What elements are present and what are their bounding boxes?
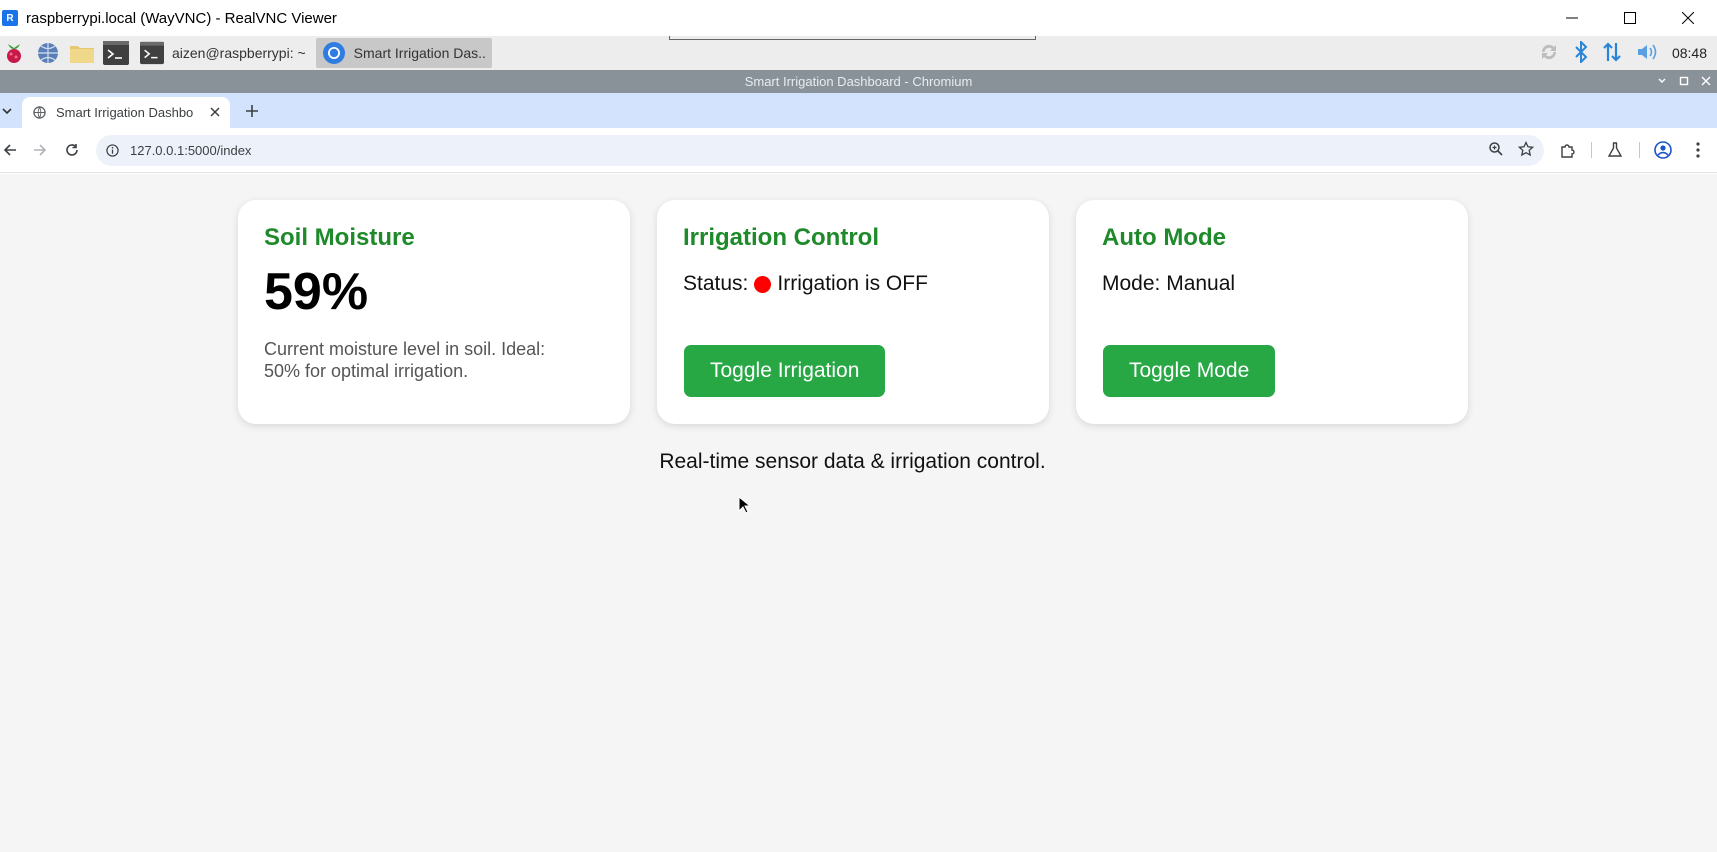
browser-toolbar: 127.0.0.1:5000/index: [0, 128, 1717, 173]
tab-search-dropdown[interactable]: [0, 101, 14, 121]
soil-moisture-card: Soil Moisture 59% Current moisture level…: [238, 200, 630, 424]
card-title: Soil Moisture: [264, 224, 415, 251]
taskbar-task-chromium[interactable]: Smart Irrigation Das..: [315, 38, 492, 68]
status-label: Status:: [683, 272, 749, 295]
arrow-right-icon: [34, 144, 47, 156]
profile-icon: [1654, 141, 1672, 159]
terminal-launcher-icon[interactable]: [102, 39, 130, 67]
tab-strip: Smart Irrigation Dashbo: [0, 93, 1717, 128]
address-url: 127.0.0.1:5000/index: [130, 143, 252, 158]
status-indicator-dot: [754, 275, 772, 293]
network-icon[interactable]: [1602, 41, 1622, 66]
mode-text: Mode: Manual: [1102, 272, 1236, 295]
toolbar-separator: [1591, 142, 1592, 158]
card-title: Irrigation Control: [683, 224, 879, 251]
updates-icon[interactable]: [1538, 41, 1560, 66]
window-controls: [1543, 0, 1717, 36]
toggle-mode-button[interactable]: Toggle Mode: [1103, 345, 1276, 397]
realvnc-logo-icon: R: [2, 10, 18, 26]
chromium-close-icon[interactable]: [1701, 75, 1711, 89]
volume-icon[interactable]: [1636, 42, 1658, 65]
chromium-icon: [322, 41, 346, 65]
minimize-icon: [1566, 17, 1578, 19]
globe-icon: [32, 106, 46, 120]
zoom-icon[interactable]: [1488, 141, 1504, 161]
mouse-cursor-icon: [738, 496, 750, 514]
chevron-down-icon: [2, 108, 12, 115]
profile-button[interactable]: [1653, 140, 1673, 160]
address-bar[interactable]: 127.0.0.1:5000/index: [96, 135, 1544, 166]
reload-button[interactable]: [62, 140, 82, 160]
status-text: Irrigation is OFF: [777, 272, 928, 295]
terminal-icon: [140, 41, 164, 65]
dashboard-cards: Soil Moisture 59% Current moisture level…: [238, 200, 1468, 424]
raspberry-menu-icon[interactable]: [0, 39, 28, 67]
site-info-icon[interactable]: [104, 143, 120, 159]
kebab-menu-icon: [1696, 142, 1700, 158]
menu-button[interactable]: [1688, 140, 1708, 160]
moisture-value: 59%: [264, 263, 369, 321]
close-window-button[interactable]: [1659, 0, 1717, 36]
auto-mode-card: Auto Mode Mode: Manual Toggle Mode: [1076, 200, 1468, 424]
vnc-window-title: raspberrypi.local (WayVNC) - RealVNC Vie…: [26, 9, 337, 27]
card-title: Auto Mode: [1102, 224, 1226, 251]
puzzle-icon: [1561, 144, 1575, 158]
taskbar-divider: [669, 36, 1036, 40]
reload-icon: [66, 144, 78, 156]
tab-close-button[interactable]: [208, 105, 222, 119]
chromium-window-titlebar: Smart Irrigation Dashboard - Chromium: [0, 70, 1717, 93]
omnibox-actions: [1488, 140, 1535, 161]
vnc-titlebar: R raspberrypi.local (WayVNC) - RealVNC V…: [0, 0, 1717, 36]
maximize-button[interactable]: [1601, 0, 1659, 36]
close-icon: [210, 107, 220, 117]
moisture-description: Current moisture level in soil. Ideal: 5…: [264, 339, 546, 381]
bluetooth-icon[interactable]: [1574, 39, 1588, 66]
close-icon: [1682, 12, 1694, 24]
chromium-window-title: Smart Irrigation Dashboard - Chromium: [744, 74, 973, 89]
dashboard-footer: Real-time sensor data & irrigation contr…: [659, 450, 1046, 473]
clock[interactable]: 08:48: [1672, 45, 1707, 61]
web-browser-launcher-icon[interactable]: [34, 39, 62, 67]
bookmark-star-icon[interactable]: [1517, 140, 1535, 161]
tab-title: Smart Irrigation Dashbo: [56, 105, 194, 120]
forward-button[interactable]: [30, 140, 50, 160]
page-content: Soil Moisture 59% Current moisture level…: [0, 174, 1717, 852]
minimize-button[interactable]: [1543, 0, 1601, 36]
irrigation-control-card: Irrigation Control Status: Irrigation is…: [657, 200, 1049, 424]
taskbar-task-terminal[interactable]: aizen@raspberrypi: ~: [134, 38, 312, 68]
chromium-minimize-icon[interactable]: [1657, 75, 1667, 89]
arrow-left-icon: [3, 144, 16, 156]
flask-icon: [1607, 142, 1623, 157]
chrome-labs-button[interactable]: [1605, 140, 1625, 160]
toggle-irrigation-button[interactable]: Toggle Irrigation: [684, 345, 886, 397]
extensions-button[interactable]: [1558, 140, 1578, 160]
taskbar-task-label: Smart Irrigation Das..: [353, 45, 486, 61]
plus-icon: [246, 105, 258, 117]
new-tab-button[interactable]: [242, 101, 262, 121]
maximize-icon: [1624, 12, 1636, 24]
chromium-maximize-icon[interactable]: [1679, 75, 1689, 89]
tab-smart-irrigation[interactable]: Smart Irrigation Dashbo: [22, 97, 230, 128]
toolbar-separator: [1639, 142, 1640, 158]
back-button[interactable]: [0, 140, 20, 160]
file-manager-icon[interactable]: [68, 39, 96, 67]
chromium-window-controls: [1657, 70, 1711, 93]
irrigation-status: Status: Irrigation is OFF: [683, 272, 1023, 296]
system-tray: 08:48: [1538, 36, 1717, 70]
taskbar-task-label: aizen@raspberrypi: ~: [172, 45, 306, 61]
desktop-taskbar: aizen@raspberrypi: ~ Smart Irrigation Da…: [0, 36, 1717, 70]
